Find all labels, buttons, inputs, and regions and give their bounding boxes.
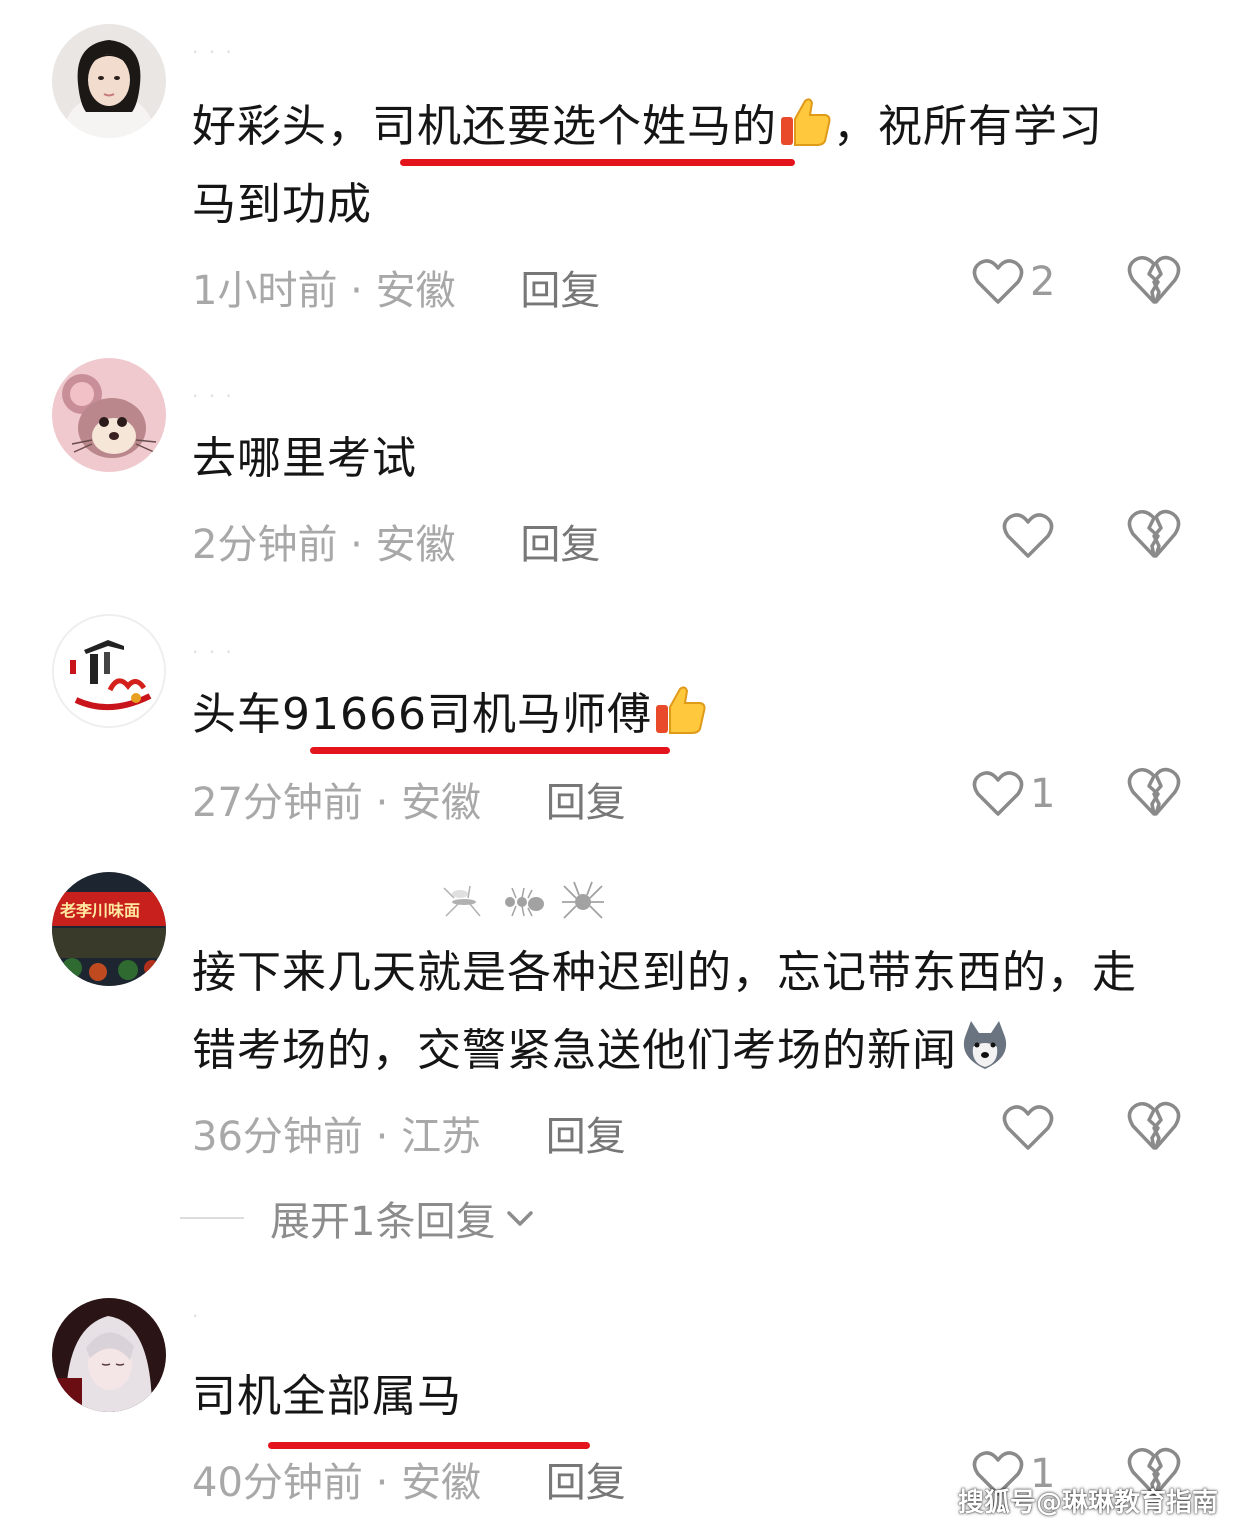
shop-sign-text: 老李川味面 [59, 901, 140, 920]
comment-text: 去哪里考试 [192, 433, 417, 484]
reply-button[interactable]: 回复 [546, 1460, 626, 1506]
comment-time: 36分钟前 [192, 1114, 363, 1160]
thumbs-up-emoji-icon [655, 686, 706, 734]
meta-separator: · [375, 1460, 402, 1506]
comment-location: 安徽 [401, 780, 482, 826]
comment-meta: 1小时前 · 安徽 回复 [192, 258, 600, 316]
thumbs-up-emoji-icon [781, 98, 831, 146]
comment-time: 27分钟前 [192, 780, 363, 826]
comment-text: 司机全部属马 [192, 1371, 462, 1422]
dislike-button[interactable] [1126, 766, 1182, 822]
broken-heart-icon [1127, 767, 1181, 816]
meta-separator: · [375, 1114, 402, 1160]
heart-icon [1002, 513, 1054, 558]
comment-time: 2分钟前 [192, 522, 338, 568]
heart-icon [1002, 1105, 1054, 1150]
highlighted-text: 91666司机马师傅 [282, 689, 652, 740]
expand-divider [180, 1217, 244, 1219]
expand-replies-button[interactable]: 展开1条回复 [180, 1190, 539, 1246]
avatar[interactable] [52, 1298, 166, 1412]
username[interactable]: · · · [192, 640, 234, 664]
comment-meta: 36分钟前 · 江苏 回复 [192, 1104, 626, 1162]
broken-heart-icon [1127, 1101, 1181, 1150]
avatar[interactable] [52, 358, 166, 472]
comment-location: 安徽 [375, 522, 456, 568]
comment-text-segment: 好彩头， [192, 101, 372, 152]
like-button[interactable]: 2 [972, 254, 1072, 310]
comment-text-segment: 接下来几天就是各种迟到的，忘记带东西的，走 [192, 947, 1137, 998]
highlighted-text: 司机还要选个姓马的 [372, 101, 777, 152]
like-button[interactable] [1002, 1100, 1102, 1156]
reply-button[interactable]: 回复 [520, 522, 600, 568]
comment-time: 1小时前 [192, 268, 338, 314]
expand-replies-label: 展开1条回复 [270, 1199, 496, 1245]
broken-heart-icon [1127, 509, 1181, 558]
reply-button[interactable]: 回复 [546, 780, 626, 826]
mosquito-icon [443, 885, 481, 917]
username[interactable]: · · · [192, 40, 234, 64]
meta-separator: · [375, 780, 402, 826]
heart-icon [972, 771, 1024, 816]
comment-location: 安徽 [375, 268, 456, 314]
username-decoration [440, 878, 606, 924]
ant-icon [505, 887, 544, 917]
dislike-button[interactable] [1126, 254, 1182, 310]
username[interactable]: · [192, 1304, 200, 1328]
chevron-down-icon [507, 1211, 534, 1226]
comment-meta: 27分钟前 · 安徽 回复 [192, 770, 626, 828]
comment-text: 好彩头，司机还要选个姓马的 ，祝所有学习马到功成 [192, 88, 1192, 244]
comment-location: 江苏 [401, 1114, 482, 1160]
comment-text-segment: 马到功成 [192, 179, 372, 230]
dislike-button[interactable] [1126, 1100, 1182, 1156]
like-button[interactable]: 1 [972, 766, 1072, 822]
like-count: 2 [1030, 259, 1056, 305]
comment-text-segment: 头车 [192, 689, 282, 740]
avatar[interactable]: 老李川味面 [52, 872, 166, 986]
avatar[interactable] [52, 24, 166, 138]
comment-location: 安徽 [401, 1460, 482, 1506]
watermark: 搜狐号@琳琳教育指南 [957, 1488, 1218, 1518]
avatar[interactable] [52, 614, 166, 728]
husky-emoji-icon [963, 1021, 1007, 1069]
like-button[interactable] [1002, 508, 1102, 564]
username[interactable]: · · · [192, 384, 234, 408]
comment-text: 头车91666司机马师傅 [192, 676, 1192, 754]
reply-button[interactable]: 回复 [520, 268, 600, 314]
comment-meta: 40分钟前 · 安徽 回复 [192, 1450, 626, 1508]
comment-time: 40分钟前 [192, 1460, 363, 1506]
spider-icon [562, 881, 604, 919]
like-count: 1 [1030, 771, 1056, 817]
comment-text: 接下来几天就是各种迟到的，忘记带东西的，走 错考场的，交警紧急送他们考场的新闻 [192, 934, 1192, 1090]
heart-icon [972, 259, 1024, 304]
highlight-underline [268, 1442, 590, 1449]
reply-button[interactable]: 回复 [546, 1114, 626, 1160]
meta-separator: · [350, 522, 376, 568]
dislike-button[interactable] [1126, 508, 1182, 564]
meta-separator: · [350, 268, 376, 314]
comment-meta: 2分钟前 · 安徽 回复 [192, 512, 600, 570]
broken-heart-icon [1127, 255, 1181, 304]
comment-text-segment: ，祝所有学习 [833, 101, 1103, 152]
comment-text-segment: 错考场的，交警紧急送他们考场的新闻 [192, 1025, 957, 1076]
